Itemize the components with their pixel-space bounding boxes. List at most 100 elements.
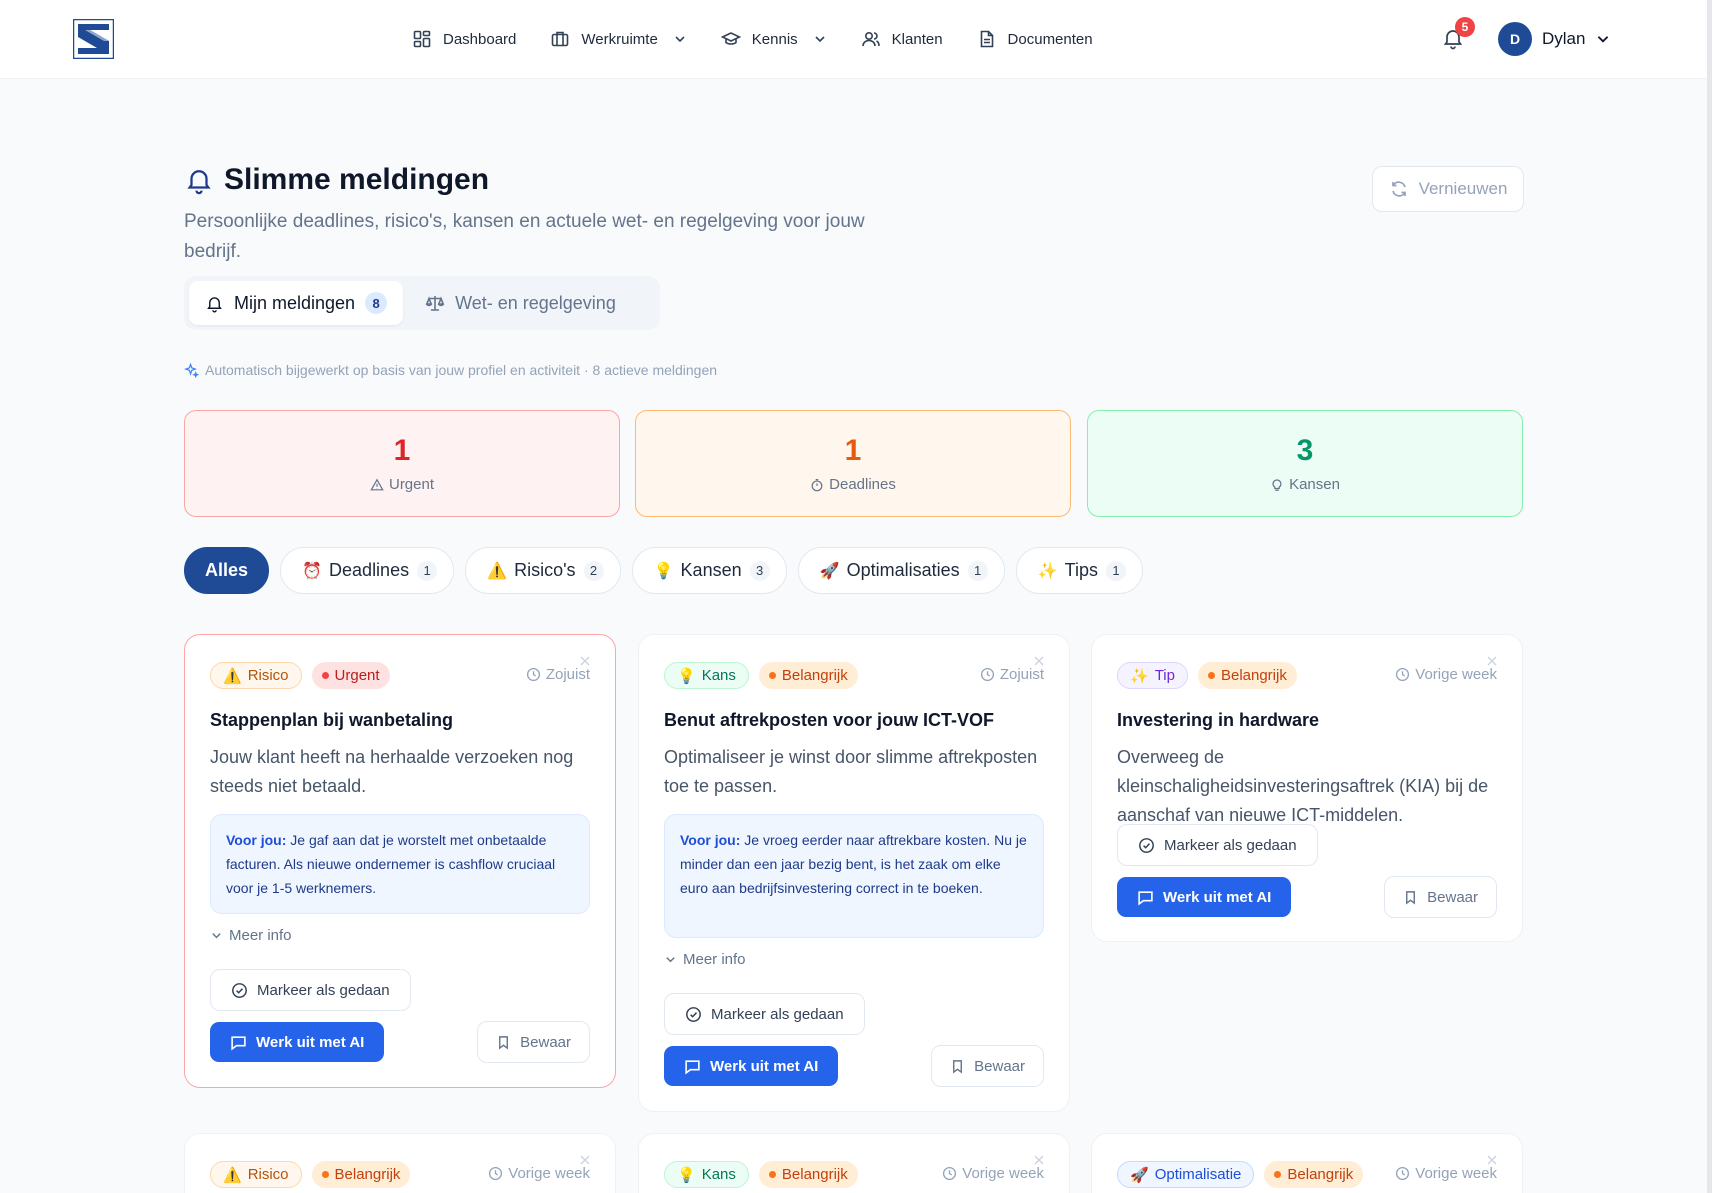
work-with-ai-label: Werk uit met AI	[1163, 888, 1272, 906]
mark-done-button[interactable]: Markeer als gedaan	[210, 969, 411, 1011]
check-circle-icon	[1139, 837, 1154, 853]
type-badge: 🚀 Optimalisatie	[1117, 1161, 1255, 1188]
type-badge: ✨ Tip	[1117, 662, 1188, 689]
mark-done-button[interactable]: Markeer als gedaan	[664, 993, 865, 1035]
more-info-toggle[interactable]: Meer info	[664, 951, 1044, 968]
refresh-button[interactable]: Vernieuwen	[1372, 166, 1524, 212]
notifications-button[interactable]: 5	[1441, 17, 1475, 52]
user-menu[interactable]: D Dylan	[1498, 22, 1611, 56]
priority-dot	[1274, 1171, 1282, 1178]
dismiss-icon[interactable]	[1486, 1154, 1498, 1166]
sparkles-icon: ✨	[1130, 667, 1149, 685]
type-badge-label: Risico	[247, 1166, 289, 1183]
rocket-icon: 🚀	[1130, 1166, 1149, 1184]
work-with-ai-button[interactable]: Werk uit met AI	[210, 1022, 385, 1062]
nav-documenten[interactable]: Documenten	[977, 29, 1093, 49]
tab-mijn-meldingen[interactable]: Mijn meldingen 8	[189, 281, 404, 325]
card-description: Optimaliseer je winst door slimme aftrek…	[664, 747, 1038, 796]
warning-icon	[370, 478, 384, 490]
stat-deadlines: 1 Deadlines	[635, 410, 1071, 517]
company-logo[interactable]	[73, 19, 114, 59]
save-button[interactable]: Bewaar	[1384, 876, 1497, 918]
card-timestamp: Vorige week	[1395, 1165, 1497, 1182]
priority-badge: Belangrijk	[1197, 662, 1297, 689]
priority-badge: Belangrijk	[758, 1161, 858, 1188]
clock-icon	[1396, 667, 1410, 682]
nav-werkruimte[interactable]: Werkruimte	[550, 29, 686, 49]
filter-deadlines[interactable]: ⏰ Deadlines 1	[280, 547, 455, 594]
stat-label-text: Deadlines	[829, 476, 896, 493]
filter-count: 1	[1106, 560, 1126, 581]
nav-klanten[interactable]: Klanten	[861, 29, 943, 49]
timestamp-text: Zojuist	[545, 666, 590, 683]
nav-documenten-label: Documenten	[1007, 30, 1093, 48]
mark-done-button[interactable]: Markeer als gedaan	[1117, 824, 1318, 866]
stat-label: Deadlines	[810, 476, 896, 493]
work-with-ai-button[interactable]: Werk uit met AI	[664, 1046, 839, 1086]
timestamp-text: Vorige week	[962, 1165, 1044, 1182]
priority-dot	[768, 1171, 776, 1178]
filter-optimalisaties[interactable]: 🚀 Optimalisaties 1	[797, 547, 1005, 594]
page-scrollbar[interactable]	[1707, 0, 1712, 1193]
filter-alles[interactable]: Alles	[184, 547, 270, 594]
filter-kansen[interactable]: 💡 Kansen 3	[631, 547, 787, 594]
tab-count-badge: 8	[365, 292, 388, 314]
save-label: Bewaar	[520, 1033, 571, 1051]
priority-label: Belangrijk	[334, 1166, 401, 1183]
filter-risicos[interactable]: ⚠️ Risico's 2	[465, 547, 621, 594]
type-badge-label: Optimalisatie	[1154, 1166, 1242, 1183]
priority-label: Belangrijk	[1287, 1166, 1354, 1183]
card-title: Investering in hardware	[1117, 710, 1320, 730]
dismiss-icon[interactable]	[1033, 655, 1045, 667]
check-circle-icon	[686, 1006, 701, 1022]
avatar: D	[1498, 22, 1532, 56]
save-button[interactable]: Bewaar	[477, 1021, 590, 1063]
tab-wet-en-regelgeving[interactable]: Wet- en regelgeving	[409, 281, 632, 325]
card-title: Benut aftrekposten voor jouw ICT-VOF	[664, 710, 995, 730]
chevron-down-icon	[1598, 36, 1609, 43]
lightbulb-icon: 💡	[653, 562, 674, 580]
notification-card: 💡 Kans Belangrijk Vorige week	[638, 1133, 1070, 1193]
top-navigation-bar: Dashboard Werkruimte Kennis Klanten Docu…	[0, 0, 1712, 79]
priority-badge: Belangrijk	[1264, 1161, 1364, 1188]
filter-label: Risico's	[514, 560, 576, 580]
save-button[interactable]: Bewaar	[931, 1045, 1044, 1087]
auto-update-text: Automatisch bijgewerkt op basis van jouw…	[205, 362, 718, 378]
nav-dashboard[interactable]: Dashboard	[412, 29, 516, 49]
filter-count: 2	[583, 560, 604, 581]
save-label: Bewaar	[1427, 888, 1478, 906]
filter-tips[interactable]: ✨ Tips 1	[1015, 547, 1143, 594]
user-name: Dylan	[1542, 29, 1586, 48]
work-with-ai-button[interactable]: Werk uit met AI	[1117, 877, 1292, 917]
dismiss-icon[interactable]	[579, 655, 591, 667]
clock-icon	[943, 1166, 957, 1181]
chevron-down-icon	[815, 36, 825, 43]
notification-card: 🚀 Optimalisatie Belangrijk Vorige week	[1091, 1133, 1523, 1193]
lightbulb-icon	[1272, 478, 1282, 491]
check-circle-icon	[232, 982, 247, 998]
dismiss-icon[interactable]	[1486, 655, 1498, 667]
priority-label: Belangrijk	[781, 667, 848, 684]
filter-count: 3	[749, 560, 770, 581]
clock-icon	[980, 667, 994, 682]
filter-label: Alles	[205, 560, 249, 580]
priority-label: Belangrijk	[1220, 667, 1287, 684]
chat-icon	[685, 1059, 700, 1074]
type-badge-label: Kans	[701, 667, 736, 684]
dismiss-icon[interactable]	[1033, 1154, 1045, 1166]
grid-icon	[413, 30, 431, 48]
priority-label: Belangrijk	[781, 1166, 848, 1183]
card-description: Jouw klant heeft na herhaalde verzoeken …	[210, 747, 574, 796]
main-nav: Dashboard Werkruimte Kennis Klanten Docu…	[412, 26, 1127, 52]
filter-label: Optimalisaties	[846, 560, 960, 580]
priority-badge: Urgent	[311, 662, 390, 689]
more-info-toggle[interactable]: Meer info	[210, 927, 590, 944]
stat-label: Urgent	[370, 476, 434, 493]
nav-kennis[interactable]: Kennis	[720, 29, 827, 49]
chevron-down-icon	[675, 36, 685, 43]
for-you-box: Voor jou: Je gaf aan dat je worstelt met…	[210, 814, 590, 914]
notification-card: ⚠️ Risico Urgent Zojuist Stappenplan bij …	[184, 634, 616, 1088]
more-info-label: Meer info	[229, 927, 292, 944]
dismiss-icon[interactable]	[579, 1154, 591, 1166]
card-badges: ⚠️ Risico Urgent	[210, 662, 390, 689]
